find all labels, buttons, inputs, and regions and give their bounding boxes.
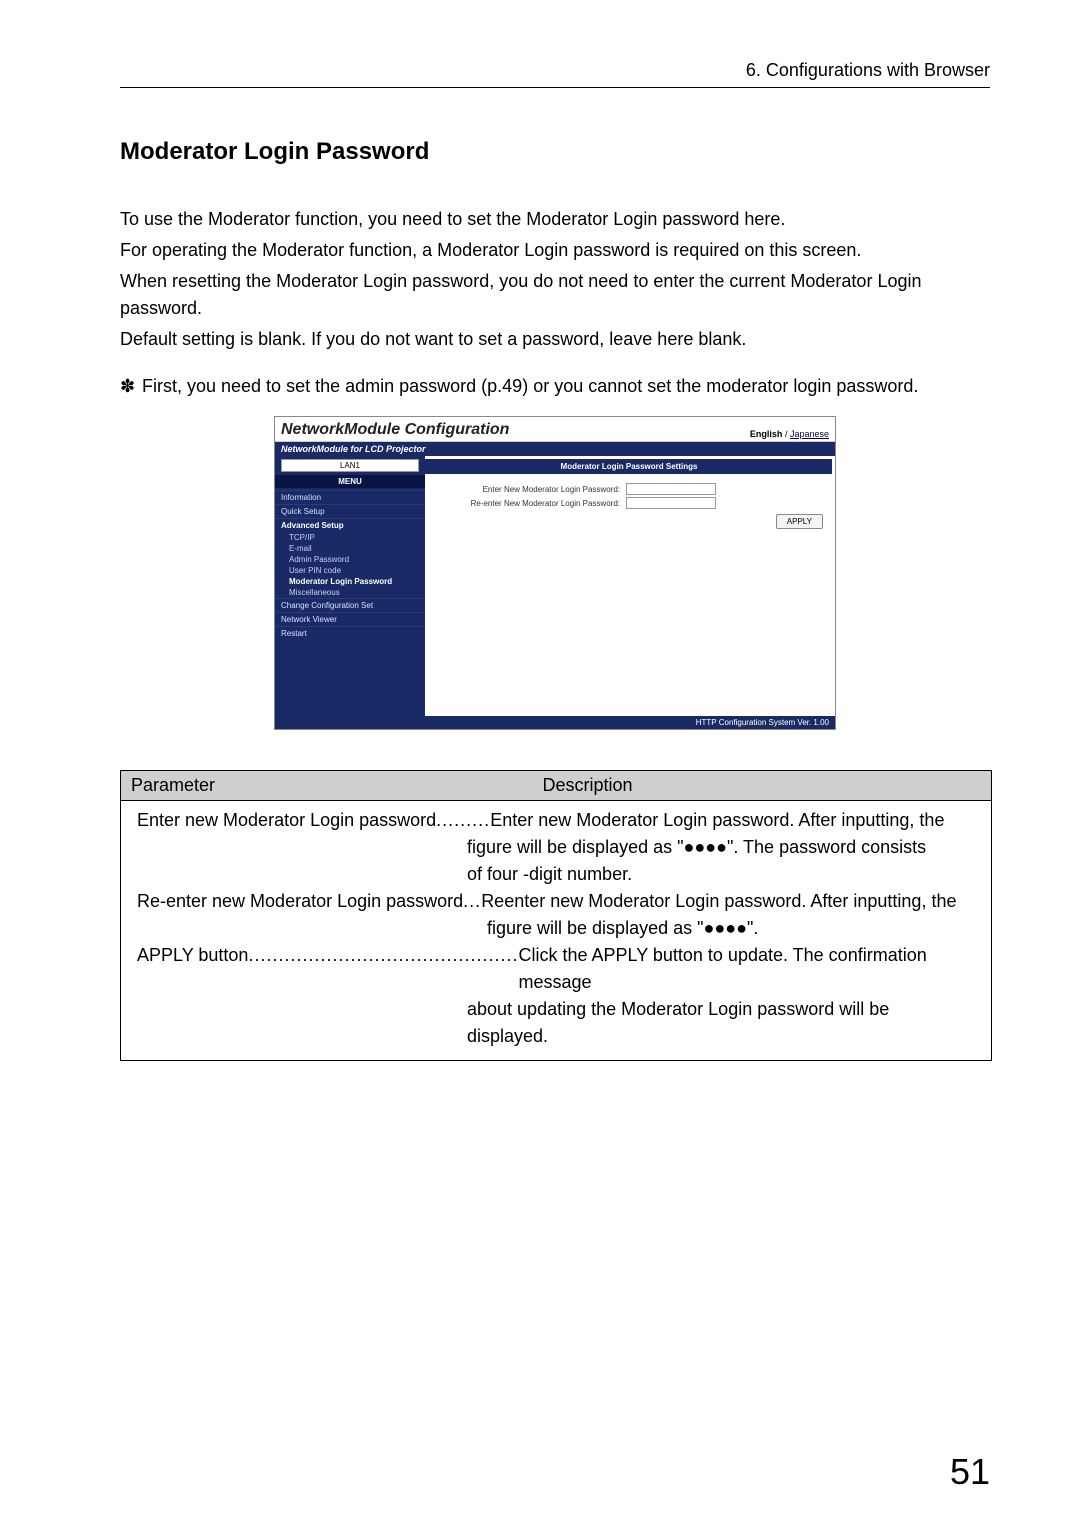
note: ✽ First, you need to set the admin passw… bbox=[120, 373, 990, 400]
desc-enter-password-c: of four -digit number. bbox=[137, 861, 981, 888]
field-reenter-password-label: Re-enter New Moderator Login Password: bbox=[435, 499, 626, 508]
screenshot-footer: HTTP Configuration System Ver. 1.00 bbox=[275, 716, 835, 729]
intro-paragraph-3: When resetting the Moderator Login passw… bbox=[120, 268, 990, 322]
sidebar-item-admin-password[interactable]: Admin Password bbox=[275, 554, 425, 565]
sidebar-item-email[interactable]: E-mail bbox=[275, 543, 425, 554]
panel-heading: Moderator Login Password Settings bbox=[425, 459, 832, 474]
section-title: Moderator Login Password bbox=[120, 138, 990, 166]
desc-enter-password-a: Enter new Moderator Login password. Afte… bbox=[490, 807, 944, 834]
lan-selector[interactable]: LAN1 bbox=[281, 459, 419, 472]
sidebar: LAN1 MENU Information Quick Setup Advanc… bbox=[275, 456, 425, 716]
intro-paragraph-2: For operating the Moderator function, a … bbox=[120, 237, 990, 264]
param-reenter-password: Re-enter new Moderator Login password bbox=[137, 888, 463, 915]
menu-heading: MENU bbox=[275, 475, 425, 488]
table-row: APPLY button ...........................… bbox=[137, 942, 981, 996]
sidebar-item-network-viewer[interactable]: Network Viewer bbox=[275, 612, 425, 626]
sidebar-item-misc[interactable]: Miscellaneous bbox=[275, 587, 425, 598]
breadcrumb: 6. Configurations with Browser bbox=[120, 60, 990, 88]
note-text: First, you need to set the admin passwor… bbox=[142, 373, 990, 400]
note-mark-icon: ✽ bbox=[120, 373, 142, 400]
sidebar-item-change-config[interactable]: Change Configuration Set bbox=[275, 598, 425, 612]
desc-apply-a: Click the APPLY button to update. The co… bbox=[518, 942, 981, 996]
enter-password-input[interactable] bbox=[626, 483, 716, 495]
desc-enter-password-b: figure will be displayed as "●●●●". The … bbox=[137, 834, 981, 861]
lang-japanese-link[interactable]: Japanese bbox=[790, 429, 829, 439]
table-row: Re-enter new Moderator Login password ..… bbox=[137, 888, 981, 915]
dots: ........................................… bbox=[248, 942, 518, 996]
language-switch: English / Japanese bbox=[750, 429, 829, 439]
sidebar-item-information[interactable]: Information bbox=[275, 490, 425, 504]
app-subtitle: NetworkModule for LCD Projector bbox=[275, 442, 835, 456]
intro-paragraph-4: Default setting is blank. If you do not … bbox=[120, 326, 990, 353]
dots: ......... bbox=[436, 807, 490, 834]
lang-english: English bbox=[750, 429, 783, 439]
desc-reenter-password-b: figure will be displayed as "●●●●". bbox=[137, 915, 981, 942]
parameter-table: Parameter Description Enter new Moderato… bbox=[120, 770, 992, 1061]
desc-reenter-password-a: Reenter new Moderator Login password. Af… bbox=[481, 888, 956, 915]
sidebar-item-tcpip[interactable]: TCP/IP bbox=[275, 532, 425, 543]
sidebar-item-quick-setup[interactable]: Quick Setup bbox=[275, 504, 425, 518]
col-description: Description bbox=[533, 771, 992, 800]
sidebar-item-moderator-password[interactable]: Moderator Login Password bbox=[275, 576, 425, 587]
page-number: 51 bbox=[950, 1451, 990, 1493]
desc-apply-b: about updating the Moderator Login passw… bbox=[137, 996, 981, 1023]
desc-apply-c: displayed. bbox=[137, 1023, 981, 1050]
param-enter-password: Enter new Moderator Login password bbox=[137, 807, 436, 834]
sidebar-item-restart[interactable]: Restart bbox=[275, 626, 425, 640]
apply-button[interactable]: APPLY bbox=[776, 514, 823, 529]
app-title: NetworkModule Configuration bbox=[281, 421, 509, 439]
field-enter-password-label: Enter New Moderator Login Password: bbox=[435, 485, 626, 494]
intro-paragraph-1: To use the Moderator function, you need … bbox=[120, 206, 990, 233]
col-parameter: Parameter bbox=[121, 771, 533, 800]
sidebar-item-user-pin[interactable]: User PIN code bbox=[275, 565, 425, 576]
sidebar-item-advanced-setup[interactable]: Advanced Setup bbox=[275, 518, 425, 532]
reenter-password-input[interactable] bbox=[626, 497, 716, 509]
table-row: Enter new Moderator Login password......… bbox=[137, 807, 981, 834]
config-screenshot: NetworkModule Configuration English / Ja… bbox=[274, 416, 836, 730]
param-apply-button: APPLY button bbox=[137, 942, 248, 996]
dots: ... bbox=[463, 888, 481, 915]
table-header: Parameter Description bbox=[121, 771, 991, 801]
